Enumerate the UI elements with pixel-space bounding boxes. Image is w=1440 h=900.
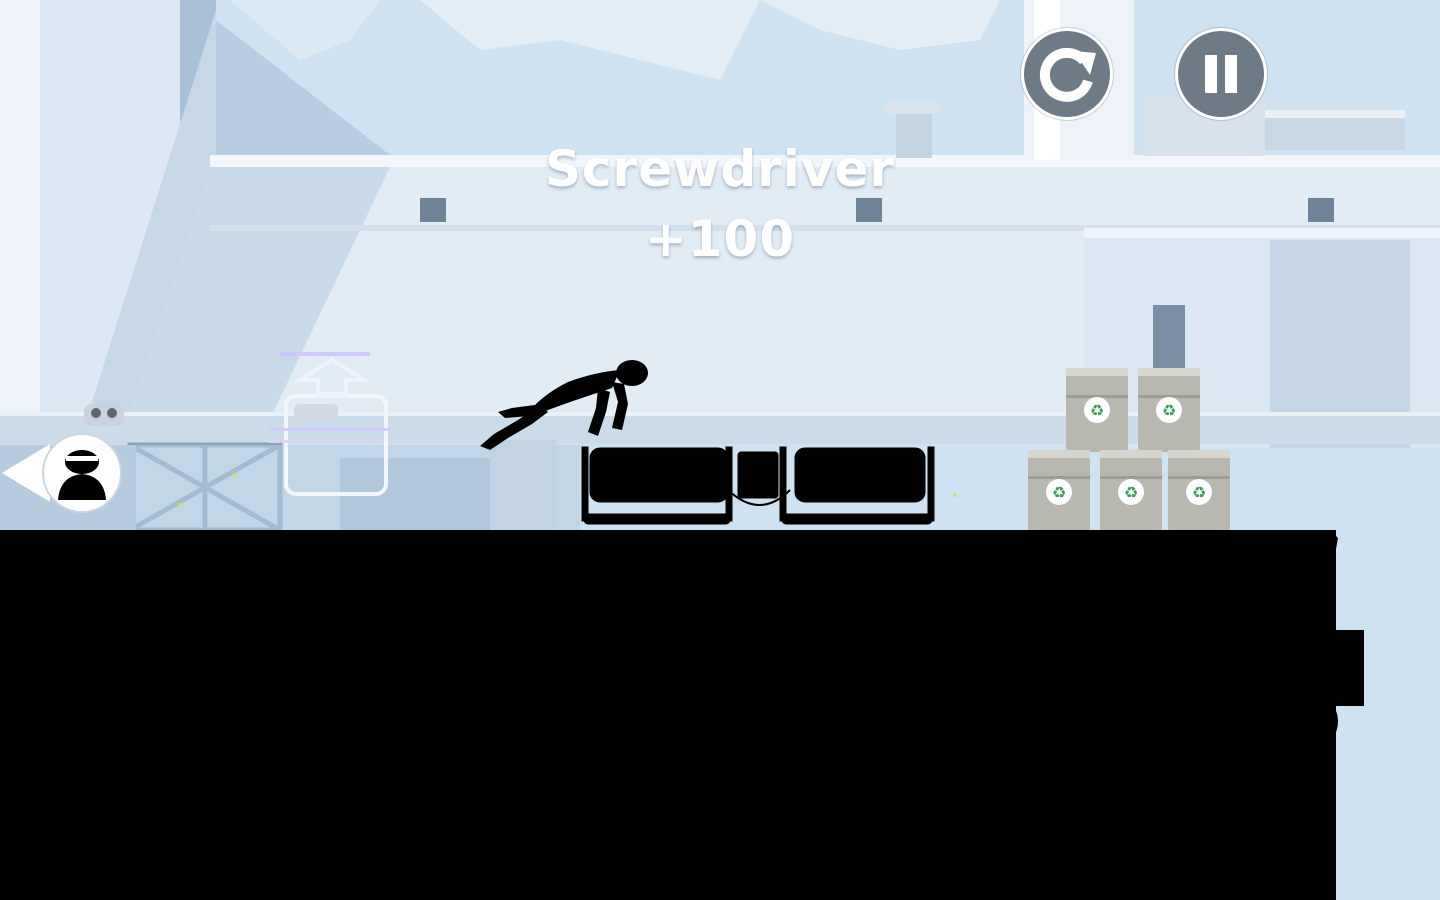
game-scene: ♻ ♻ ♻ ♻ ♻ (0, 0, 1440, 900)
pickup-score-label: +100 (644, 210, 796, 268)
pickup-name-label: Screwdriver (544, 140, 896, 198)
svg-text:♻: ♻ (1192, 483, 1206, 502)
restart-icon (1039, 47, 1096, 102)
hunter-indicator (0, 430, 126, 516)
svg-text:♻: ♻ (1052, 483, 1066, 502)
svg-text:♻: ♻ (1162, 401, 1176, 420)
pause-button[interactable] (1175, 28, 1267, 120)
svg-text:♻: ♻ (1090, 401, 1104, 420)
hunter-head-icon (2, 433, 122, 513)
svg-text:♻: ♻ (1124, 483, 1138, 502)
walkway (0, 412, 1440, 444)
drone-left (84, 404, 124, 426)
ground-silhouette (0, 530, 1364, 900)
pause-icon (1205, 55, 1237, 93)
restart-button[interactable] (1021, 28, 1113, 120)
